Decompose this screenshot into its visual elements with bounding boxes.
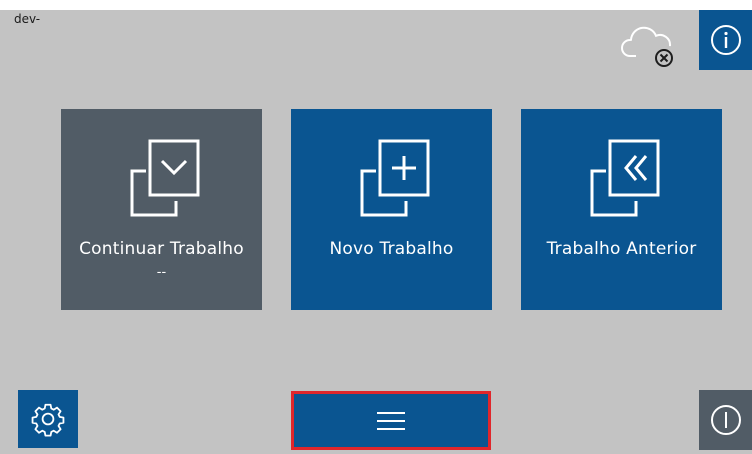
cloud-offline-icon xyxy=(620,20,678,68)
tile-label: Continuar Trabalho xyxy=(79,239,244,259)
copy-double-left-icon xyxy=(590,139,659,217)
top-border xyxy=(0,0,752,10)
gear-icon xyxy=(31,403,65,437)
tile-sublabel: -- xyxy=(156,265,167,280)
settings-button[interactable] xyxy=(18,390,78,448)
tile-label: Trabalho Anterior xyxy=(546,239,697,259)
info-button[interactable] xyxy=(699,10,752,70)
power-button[interactable] xyxy=(699,390,752,450)
continue-work-tile[interactable]: Continuar Trabalho -- xyxy=(61,109,262,310)
previous-work-tile[interactable]: Trabalho Anterior xyxy=(521,109,722,310)
info-icon xyxy=(710,25,741,55)
new-work-tile[interactable]: Novo Trabalho xyxy=(291,109,492,310)
copy-chevron-down-icon xyxy=(130,139,199,217)
menu-button[interactable] xyxy=(291,391,491,450)
copy-plus-icon xyxy=(360,139,429,217)
tile-label: Novo Trabalho xyxy=(329,239,454,259)
power-icon xyxy=(710,405,741,435)
hamburger-menu-icon xyxy=(377,411,405,430)
device-label: dev- xyxy=(14,12,41,26)
